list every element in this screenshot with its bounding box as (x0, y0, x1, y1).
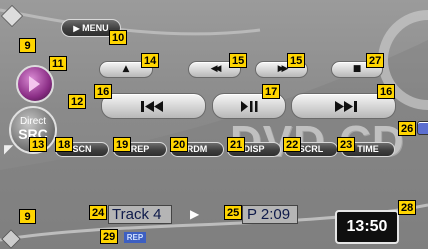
repeat-label: REP (130, 144, 150, 154)
callout-15-forward: 15 (287, 53, 306, 68)
side-key-button[interactable] (417, 121, 428, 135)
repeat-indicator: REP (124, 232, 146, 243)
callout-26: 26 (398, 121, 417, 136)
play-status-icon: ▶ (190, 207, 200, 221)
callout-21: 21 (227, 137, 246, 152)
audio-control-screen: { "callouts": { "c9a": "9", "c10": "10",… (0, 0, 428, 249)
callout-15-rewind: 15 (229, 53, 248, 68)
clock-display: 13:50 (335, 210, 399, 244)
callout-18: 18 (55, 137, 74, 152)
callout-9-bottom: 9 (19, 209, 36, 224)
random-label: RDM (186, 144, 208, 154)
callout-24: 24 (89, 205, 108, 220)
display-label: DISP (243, 144, 265, 154)
scroll-label: SCRL (298, 144, 324, 154)
source-logo-icon (29, 76, 40, 92)
callout-10: 10 (109, 30, 128, 45)
scan-label: SCN (72, 144, 92, 154)
callout-20: 20 (170, 137, 189, 152)
callout-17: 17 (262, 84, 281, 99)
callout-14: 14 (141, 53, 160, 68)
callout-16-next: 16 (377, 84, 396, 99)
callout-29: 29 (100, 229, 119, 244)
callout-12: 12 (68, 94, 87, 109)
menu-arrow-icon: ▶ (73, 24, 80, 33)
previous-track-button[interactable] (101, 93, 206, 119)
track-name-display: Track 4 (108, 205, 172, 224)
callout-16-previous: 16 (94, 84, 113, 99)
back-arrow-icon[interactable]: ◤ (4, 142, 18, 156)
time-label: TIME (357, 144, 379, 154)
playback-time-display: P 2:09 (242, 205, 298, 224)
previous-track-icon (141, 101, 163, 112)
callout-11: 11 (49, 56, 67, 71)
callout-23: 23 (337, 137, 356, 152)
callout-27: 27 (366, 53, 385, 68)
callout-19: 19 (113, 137, 132, 152)
menu-label: MENU (82, 23, 109, 33)
callout-9-top: 9 (19, 38, 36, 53)
callout-28: 28 (398, 200, 417, 215)
callout-25: 25 (224, 205, 243, 220)
callout-13: 13 (29, 137, 48, 152)
callout-22: 22 (283, 137, 302, 152)
